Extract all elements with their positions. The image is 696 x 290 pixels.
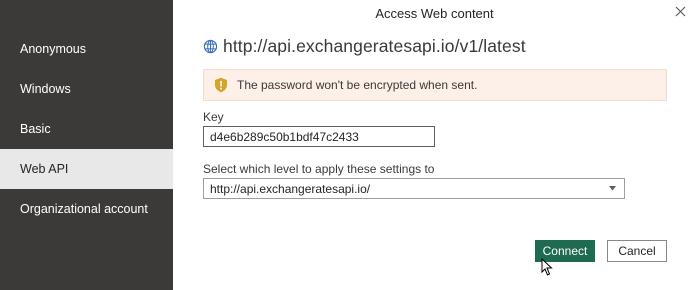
- url-heading: http://api.exchangeratesapi.io/v1/latest: [203, 36, 526, 57]
- warning-banner: The password won't be encrypted when sen…: [203, 69, 667, 101]
- dialog-title: Access Web content: [375, 6, 494, 21]
- key-input[interactable]: [203, 126, 435, 147]
- sidebar-item-windows[interactable]: Windows: [0, 69, 173, 109]
- close-button[interactable]: [672, 3, 690, 21]
- level-label: Select which level to apply these settin…: [203, 162, 435, 176]
- key-label: Key: [203, 110, 224, 124]
- sidebar-item-organizational-account[interactable]: Organizational account: [0, 189, 173, 229]
- chevron-down-icon: [609, 186, 616, 191]
- sidebar-item-web-api[interactable]: Web API: [0, 149, 173, 189]
- level-select-value: http://api.exchangeratesapi.io/: [210, 182, 371, 196]
- warning-text: The password won't be encrypted when sen…: [237, 78, 478, 92]
- warning-shield-icon: [215, 77, 227, 93]
- sidebar-item-basic[interactable]: Basic: [0, 109, 173, 149]
- url-text: http://api.exchangeratesapi.io/v1/latest: [223, 36, 526, 56]
- globe-icon: [203, 39, 218, 54]
- connect-button[interactable]: Connect: [535, 240, 595, 262]
- sidebar-item-anonymous[interactable]: Anonymous: [0, 29, 173, 69]
- cancel-button[interactable]: Cancel: [607, 240, 667, 262]
- auth-sidebar: Anonymous Windows Basic Web API Organiza…: [0, 0, 173, 290]
- level-select[interactable]: http://api.exchangeratesapi.io/: [203, 178, 625, 199]
- close-icon: [675, 6, 686, 17]
